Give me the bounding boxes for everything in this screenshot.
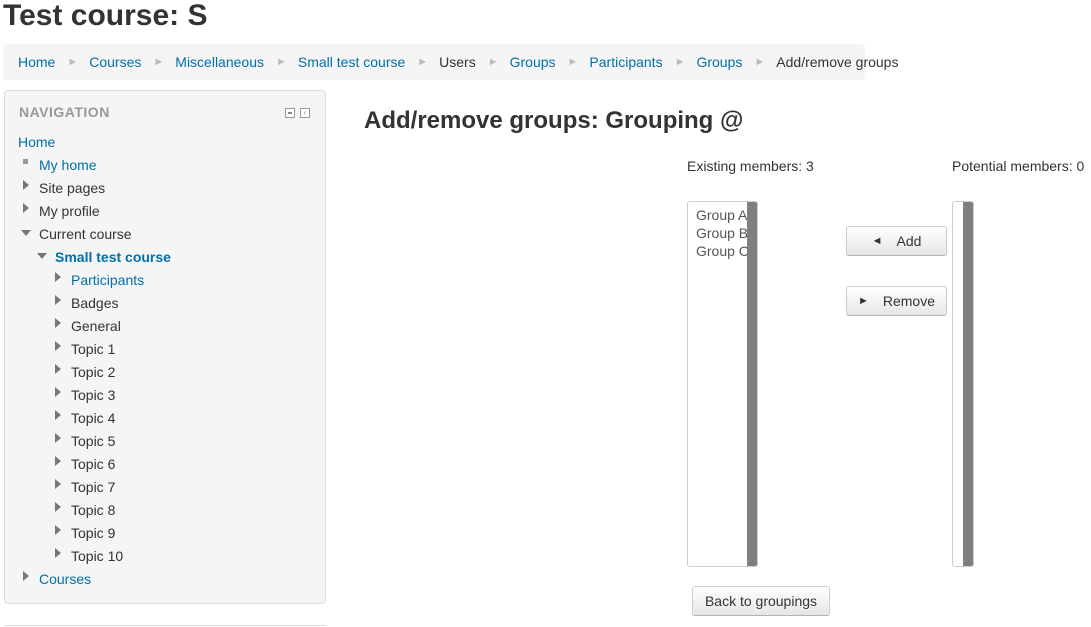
nav-item-label: Site pages — [39, 180, 106, 196]
breadcrumb-groups[interactable]: Groups — [510, 54, 556, 70]
breadcrumb-separator-icon: ► — [276, 56, 287, 68]
nav-item-label: My profile — [39, 203, 100, 219]
existing-members-scrollbar[interactable] — [747, 202, 757, 566]
expand-arrow-icon[interactable] — [55, 456, 61, 466]
potential-members-select[interactable] — [952, 201, 974, 567]
arrow-left-icon: ◄ — [871, 235, 883, 247]
nav-item-label: Topic 1 — [71, 341, 116, 357]
expand-arrow-icon[interactable] — [23, 571, 29, 581]
nav-item-label: Topic 9 — [71, 525, 116, 541]
block-divider — [4, 625, 326, 626]
breadcrumb-users: Users — [439, 54, 476, 70]
main-heading: Add/remove groups: Grouping @ — [364, 107, 744, 134]
collapse-arrow-icon[interactable] — [37, 253, 47, 259]
breadcrumb-separator-icon: ► — [487, 56, 499, 68]
nav-item-label: Home — [18, 134, 56, 150]
expand-arrow-icon[interactable] — [55, 502, 61, 512]
back-to-groupings-button[interactable]: Back to groupings — [692, 586, 830, 616]
breadcrumb-participants[interactable]: Participants — [589, 54, 662, 70]
nav-item-label: Topic 4 — [71, 410, 116, 426]
breadcrumb-separator-icon: ► — [417, 56, 429, 68]
breadcrumb-separator-icon: ► — [674, 56, 686, 68]
remove-button[interactable]: ► Remove — [846, 286, 947, 316]
nav-item-label: Topic 6 — [71, 456, 116, 472]
existing-member-option[interactable]: Group B — [696, 225, 748, 241]
expand-arrow-icon[interactable] — [23, 180, 29, 190]
breadcrumb-separator-icon: ► — [67, 56, 79, 68]
nav-item-label: General — [71, 318, 121, 334]
expand-arrow-icon[interactable] — [55, 479, 61, 489]
nav-item-label: Topic 3 — [71, 387, 116, 403]
minimize-block-icon[interactable] — [285, 108, 295, 118]
arrow-right-icon: ► — [857, 295, 869, 307]
breadcrumb-small-test-course[interactable]: Small test course — [298, 54, 405, 70]
breadcrumb-courses[interactable]: Courses — [89, 54, 141, 70]
breadcrumb: Home ► Courses ► Miscellaneous ► Small t… — [3, 44, 898, 80]
expand-arrow-icon[interactable] — [55, 272, 61, 282]
bullet-icon — [23, 159, 28, 164]
expand-arrow-icon[interactable] — [55, 548, 61, 558]
remove-button-label: Remove — [882, 293, 936, 309]
breadcrumb-miscellaneous[interactable]: Miscellaneous — [175, 54, 264, 70]
breadcrumb-groups-2[interactable]: Groups — [696, 54, 742, 70]
page-title: Test course: S — [3, 0, 208, 32]
expand-arrow-icon[interactable] — [55, 387, 61, 397]
potential-members-scrollbar[interactable] — [963, 202, 973, 566]
expand-arrow-icon[interactable] — [55, 341, 61, 351]
expand-arrow-icon[interactable] — [55, 295, 61, 305]
potential-members-label: Potential members: 0 — [952, 158, 1085, 174]
dock-block-icon[interactable]: ‹ — [300, 108, 310, 118]
breadcrumb-separator-icon: ► — [754, 56, 766, 68]
add-button-label: Add — [896, 233, 922, 249]
expand-arrow-icon[interactable] — [55, 318, 61, 328]
nav-item-label: Current course — [39, 226, 132, 242]
expand-arrow-icon[interactable] — [55, 410, 61, 420]
collapse-arrow-icon[interactable] — [21, 230, 31, 236]
nav-item-label: Topic 8 — [71, 502, 116, 518]
breadcrumb-add-remove-groups: Add/remove groups — [776, 54, 899, 70]
nav-item-label: My home — [39, 157, 97, 173]
breadcrumb-separator-icon: ► — [153, 56, 165, 68]
nav-item-label: Courses — [39, 571, 92, 587]
nav-item-label: Badges — [71, 295, 119, 311]
back-to-groupings-label: Back to groupings — [704, 593, 818, 609]
nav-item-label: Topic 5 — [71, 433, 116, 449]
nav-item-label: Small test course — [55, 249, 171, 265]
existing-members-select[interactable]: Group A Group B Group C — [687, 201, 758, 567]
nav-item-label: Participants — [71, 272, 145, 288]
breadcrumb-home[interactable]: Home — [18, 54, 55, 70]
expand-arrow-icon[interactable] — [23, 203, 29, 213]
add-button[interactable]: ◄ Add — [846, 226, 947, 256]
expand-arrow-icon[interactable] — [55, 433, 61, 443]
breadcrumb-separator-icon: ► — [567, 56, 579, 68]
existing-member-option[interactable]: Group A — [696, 207, 747, 223]
expand-arrow-icon[interactable] — [55, 525, 61, 535]
nav-item-label: Topic 7 — [71, 479, 116, 495]
nav-item-label: Topic 2 — [71, 364, 116, 380]
nav-item-label: Topic 10 — [71, 548, 124, 564]
existing-members-label: Existing members: 3 — [687, 158, 814, 174]
existing-member-option[interactable]: Group C — [696, 243, 749, 259]
navigation-block-title: NAVIGATION — [19, 104, 110, 120]
expand-arrow-icon[interactable] — [55, 364, 61, 374]
